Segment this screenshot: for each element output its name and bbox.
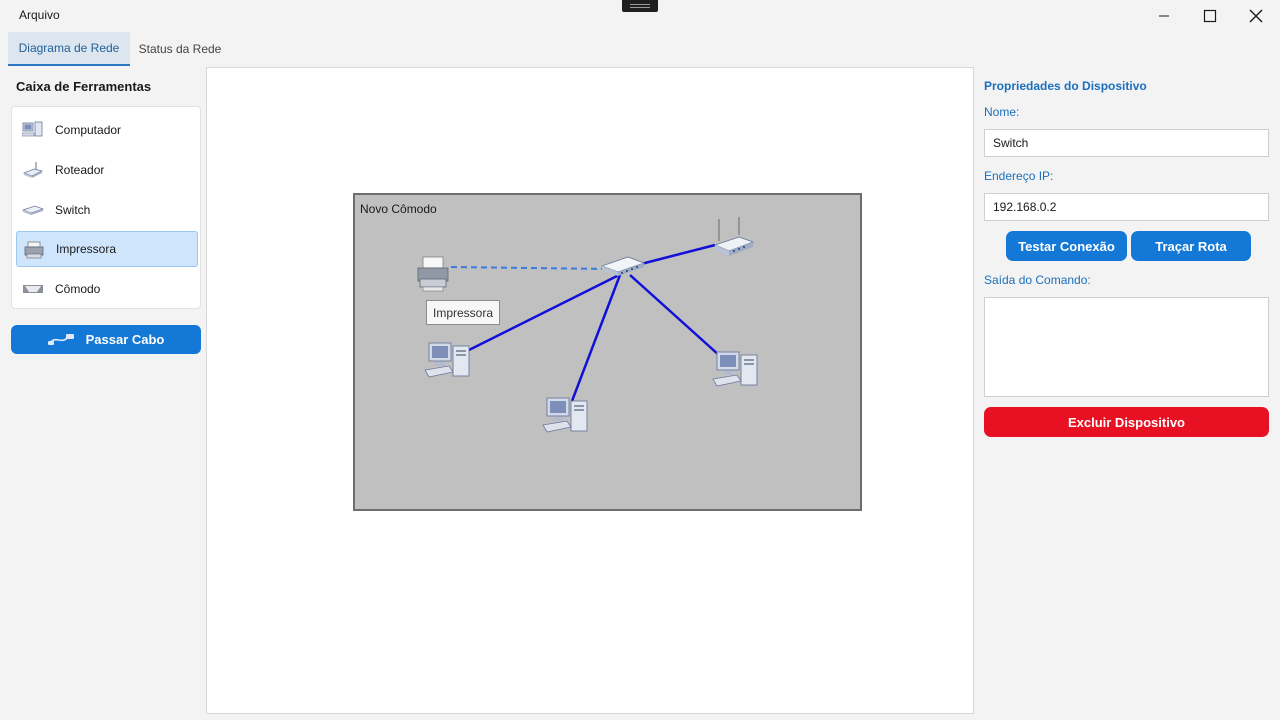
toolbox-item-label: Impressora [56, 242, 117, 256]
computer-device-left[interactable] [423, 340, 473, 386]
computer-icon [22, 121, 43, 137]
network-connections [450, 243, 721, 402]
toolbox-title: Caixa de Ferramentas [16, 79, 152, 94]
toolbox-item-label: Computador [55, 123, 122, 137]
drag-handle[interactable] [622, 0, 658, 12]
device-tooltip: Impressora [426, 300, 500, 325]
toolbox-item-printer[interactable]: Impressora [16, 231, 198, 267]
switch-device[interactable] [600, 253, 646, 279]
close-button[interactable] [1233, 0, 1279, 32]
toolbox-item-room[interactable]: Cômodo [16, 271, 198, 307]
tab-network-status[interactable]: Status da Rede [130, 32, 230, 66]
maximize-button[interactable] [1187, 0, 1233, 32]
properties-title: Propriedades do Dispositivo [984, 79, 1147, 93]
trace-route-button[interactable]: Traçar Rota [1131, 231, 1251, 261]
title-bar: Arquivo [0, 0, 1280, 32]
toolbox-item-computer[interactable]: Computador [16, 112, 198, 148]
ip-label: Endereço IP: [984, 169, 1054, 183]
minimize-button[interactable] [1141, 0, 1187, 32]
output-label: Saída do Comando: [984, 273, 1091, 287]
close-icon [1249, 9, 1263, 23]
pass-cable-button[interactable]: Passar Cabo [11, 325, 201, 354]
room-icon [23, 285, 43, 293]
tab-network-diagram[interactable]: Diagrama de Rede [8, 32, 130, 66]
command-output[interactable] [984, 297, 1269, 397]
test-connection-button[interactable]: Testar Conexão [1006, 231, 1127, 261]
ip-input[interactable] [984, 193, 1269, 221]
delete-device-button[interactable]: Excluir Dispositivo [984, 407, 1269, 437]
name-label: Nome: [984, 105, 1020, 119]
toolbox-item-label: Roteador [55, 163, 105, 177]
toolbox-item-switch[interactable]: Switch [16, 192, 198, 228]
computer-device-right[interactable] [711, 349, 761, 395]
toolbox-item-label: Cômodo [55, 282, 101, 296]
cable-switch-pc-right[interactable] [629, 274, 721, 357]
network-canvas[interactable]: Novo Cômodo Impressora [206, 67, 974, 714]
computer-device-bottom[interactable] [541, 395, 591, 441]
name-input[interactable] [984, 129, 1269, 157]
cable-printer-switch[interactable] [450, 266, 608, 270]
cable-icon [47, 333, 74, 345]
minimize-icon [1159, 15, 1169, 17]
printer-icon [24, 241, 44, 259]
router-icon [22, 162, 44, 178]
router-device[interactable] [711, 215, 755, 263]
maximize-icon [1203, 9, 1217, 23]
toolbox-item-label: Switch [55, 203, 91, 217]
toolbox-list: Computador Roteador Switch Impressora Cô… [11, 106, 201, 309]
menu-file[interactable]: Arquivo [19, 8, 60, 22]
printer-device[interactable] [415, 254, 453, 298]
pass-cable-label: Passar Cabo [85, 332, 165, 347]
switch-icon [22, 205, 44, 215]
toolbox-item-router[interactable]: Roteador [16, 152, 198, 188]
cable-switch-router[interactable] [640, 243, 716, 266]
tab-bar: Diagrama de Rede Status da Rede [0, 32, 1280, 66]
